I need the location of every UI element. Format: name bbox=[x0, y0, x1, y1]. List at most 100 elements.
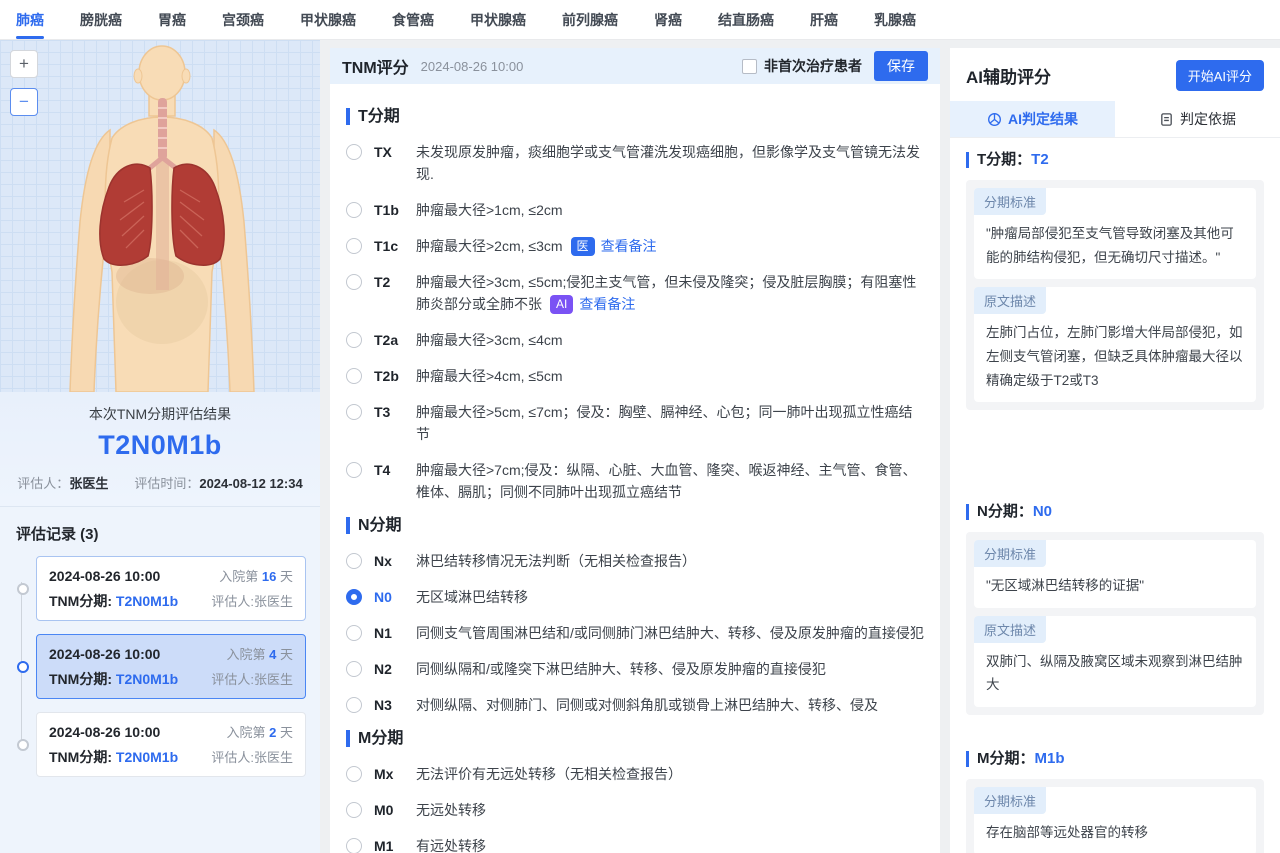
radio-icon[interactable] bbox=[346, 462, 362, 478]
ai-assist-panel: AI辅助评分 开始AI评分 AI判定结果 判定依据 bbox=[950, 48, 1280, 853]
option-T1c[interactable]: T1c 肿瘤最大径>2cm, ≤3cm医查看备注 bbox=[346, 235, 924, 257]
nav-tab-colorectal[interactable]: 结直肠癌 bbox=[718, 0, 774, 39]
record-admit-day: 入院第 2 天 bbox=[227, 722, 293, 741]
record-stage: TNM分期: T2N0M1b bbox=[49, 591, 178, 611]
nav-tab-cervical[interactable]: 宫颈癌 bbox=[222, 0, 264, 39]
anatomy-viewer[interactable]: + − bbox=[0, 40, 320, 392]
criteria-text: 存在脑部等远处器官的转移 bbox=[974, 814, 1256, 853]
option-T2a[interactable]: T2a 肿瘤最大径>3cm, ≤4cm bbox=[346, 329, 924, 351]
record-card[interactable]: 2024-08-26 10:00 入院第 16 天 TNM分期: T2N0M1b… bbox=[36, 556, 306, 621]
t-stage-section-title: T分期 bbox=[346, 108, 924, 125]
document-icon bbox=[1159, 112, 1174, 127]
option-N3[interactable]: N3 对侧纵隔、对侧肺门、同侧或对侧斜角肌或锁骨上淋巴结肿大、转移、侵及 bbox=[346, 694, 924, 716]
tnm-scoring-panel: TNM评分 2024-08-26 10:00 非首次治疗患者 保存 T分期 bbox=[330, 48, 940, 853]
record-card-selected[interactable]: 2024-08-26 10:00 入院第 4 天 TNM分期: T2N0M1b … bbox=[36, 634, 306, 699]
radio-icon[interactable] bbox=[346, 625, 362, 641]
ai-panel-title: AI辅助评分 bbox=[966, 63, 1051, 88]
option-T2[interactable]: T2 肿瘤最大径>3cm, ≤5cm;侵犯主支气管，但未侵及隆突；侵及脏层胸膜；… bbox=[346, 271, 924, 315]
option-N2[interactable]: N2 同侧纵隔和/或隆突下淋巴结肿大、转移、侵及原发肿瘤的直接侵犯 bbox=[346, 658, 924, 680]
source-card: 原文描述 双肺门、纵隔及腋窝区域未观察到淋巴结肿大 bbox=[974, 616, 1256, 707]
evaluator-name: 张医生 bbox=[69, 476, 108, 491]
radio-icon[interactable] bbox=[346, 661, 362, 677]
eval-time: 2024-08-12 12:34 bbox=[199, 476, 302, 491]
current-tnm-result: 本次TNM分期评估结果 T2N0M1b 评估人：张医生 评估时间：2024-08… bbox=[0, 392, 320, 507]
radio-icon[interactable] bbox=[346, 274, 362, 290]
nav-tab-prostate[interactable]: 前列腺癌 bbox=[562, 0, 618, 39]
patient-anatomy-panel: + − bbox=[0, 40, 320, 853]
ai-n-stage-heading: N分期：N0 bbox=[966, 504, 1264, 520]
option-T4[interactable]: T4 肿瘤最大径>7cm;侵及：纵隔、心脏、大血管、隆突、喉返神经、主气管、食管… bbox=[346, 459, 924, 503]
checkbox-icon[interactable] bbox=[742, 59, 757, 74]
nav-tab-lung[interactable]: 肺癌 bbox=[16, 0, 44, 39]
option-N1[interactable]: N1 同侧支气管周围淋巴结和/或同侧肺门淋巴结肿大、转移、侵及原发肿瘤的直接侵犯 bbox=[346, 622, 924, 644]
nav-tab-liver[interactable]: 肝癌 bbox=[810, 0, 838, 39]
body-anatomy-illustration bbox=[0, 40, 320, 392]
option-T2b[interactable]: T2b 肿瘤最大径>4cm, ≤5cm bbox=[346, 365, 924, 387]
criteria-card: 分期标准 "无区域淋巴结转移的证据" bbox=[974, 540, 1256, 608]
nav-tab-breast[interactable]: 乳腺癌 bbox=[874, 0, 916, 39]
view-note-link[interactable]: 查看备注 bbox=[601, 238, 657, 254]
radio-icon[interactable] bbox=[346, 144, 362, 160]
app-window: 肺癌 膀胱癌 胃癌 宫颈癌 甲状腺癌 食管癌 甲状腺癌 前列腺癌 肾癌 结直肠癌… bbox=[0, 0, 1280, 853]
result-title: 本次TNM分期评估结果 bbox=[16, 404, 304, 424]
n-stage-section-title: N分期 bbox=[346, 517, 924, 534]
option-TX[interactable]: TX 未发现原发肿瘤，痰细胞学或支气管灌洗发现癌细胞，但影像学及支气管镜无法发现… bbox=[346, 141, 924, 185]
criteria-text: "肿瘤局部侵犯至支气管导致闭塞及其他可能的肺结构侵犯，但无确切尺寸描述。" bbox=[974, 215, 1256, 279]
checkbox-label: 非首次治疗患者 bbox=[764, 56, 862, 76]
option-N0-selected[interactable]: N0 无区域淋巴结转移 bbox=[346, 586, 924, 608]
record-card[interactable]: 2024-08-26 10:00 入院第 2 天 TNM分期: T2N0M1b … bbox=[36, 712, 306, 777]
tab-ai-result[interactable]: AI判定结果 bbox=[950, 101, 1115, 137]
option-Nx[interactable]: Nx 淋巴结转移情况无法判断（无相关检查报告） bbox=[346, 550, 924, 572]
radio-icon[interactable] bbox=[346, 697, 362, 713]
records-title: 评估记录 (3) bbox=[16, 523, 306, 544]
zoom-in-button[interactable]: + bbox=[10, 50, 38, 78]
ai-n-stage-group: N分期：N0 分期标准 "无区域淋巴结转移的证据" 原文描述 双肺门、纵隔及腋窝… bbox=[966, 504, 1264, 715]
radio-icon[interactable] bbox=[346, 202, 362, 218]
radio-icon[interactable] bbox=[346, 838, 362, 853]
nav-tab-thyroid[interactable]: 甲状腺癌 bbox=[300, 0, 356, 39]
start-ai-scoring-button[interactable]: 开始AI评分 bbox=[1176, 60, 1264, 91]
radio-selected-icon[interactable] bbox=[346, 589, 362, 605]
source-text: 左肺门占位，左肺门影增大伴局部侵犯，如左侧支气管闭塞，但缺乏具体肿瘤最大径以精确… bbox=[974, 314, 1256, 402]
radio-icon[interactable] bbox=[346, 802, 362, 818]
option-Mx[interactable]: Mx 无法评价有无远处转移（无相关检查报告） bbox=[346, 763, 924, 785]
source-text: 双肺门、纵隔及腋窝区域未观察到淋巴结肿大 bbox=[974, 643, 1256, 707]
radio-icon[interactable] bbox=[346, 368, 362, 384]
ai-result-icon bbox=[987, 112, 1002, 127]
nav-tab-stomach[interactable]: 胃癌 bbox=[158, 0, 186, 39]
radio-icon[interactable] bbox=[346, 766, 362, 782]
radio-icon[interactable] bbox=[346, 332, 362, 348]
record-datetime: 2024-08-26 10:00 bbox=[49, 724, 160, 740]
source-card: 原文描述 左肺门占位，左肺门影增大伴局部侵犯，如左侧支气管闭塞，但缺乏具体肿瘤最… bbox=[974, 287, 1256, 402]
view-note-link[interactable]: 查看备注 bbox=[579, 296, 635, 312]
nav-tab-kidney[interactable]: 肾癌 bbox=[654, 0, 682, 39]
assessment-records: 评估记录 (3) 2024-08-26 10:00 入院第 16 天 TNM分期… bbox=[0, 507, 320, 853]
zoom-out-button[interactable]: − bbox=[10, 88, 38, 116]
option-M1[interactable]: M1 有远处转移 bbox=[346, 835, 924, 853]
nav-tab-thyroid-2[interactable]: 甲状腺癌 bbox=[470, 0, 526, 39]
record-datetime: 2024-08-26 10:00 bbox=[49, 646, 160, 662]
criteria-text: "无区域淋巴结转移的证据" bbox=[974, 567, 1256, 608]
option-T1b[interactable]: T1b 肿瘤最大径>1cm, ≤2cm bbox=[346, 199, 924, 221]
tab-judgment-basis[interactable]: 判定依据 bbox=[1115, 101, 1280, 137]
option-T3[interactable]: T3 肿瘤最大径>5cm, ≤7cm；侵及：胸壁、膈神经、心包；同一肺叶出现孤立… bbox=[346, 401, 924, 445]
option-M0[interactable]: M0 无远处转移 bbox=[346, 799, 924, 821]
record-stage: TNM分期: T2N0M1b bbox=[49, 669, 178, 689]
non-first-treatment-checkbox[interactable]: 非首次治疗患者 bbox=[742, 56, 862, 76]
save-button[interactable]: 保存 bbox=[874, 51, 928, 81]
nav-tab-bladder[interactable]: 膀胱癌 bbox=[80, 0, 122, 39]
record-evaluator: 评估人:张医生 bbox=[211, 591, 293, 610]
record-datetime: 2024-08-26 10:00 bbox=[49, 568, 160, 584]
criteria-tag: 分期标准 bbox=[974, 787, 1046, 814]
nav-tab-esophagus[interactable]: 食管癌 bbox=[392, 0, 434, 39]
criteria-tag: 分期标准 bbox=[974, 540, 1046, 567]
doctor-note-badge: 医 bbox=[571, 237, 595, 256]
ai-t-stage-group: T分期：T2 分期标准 "肿瘤局部侵犯至支气管导致闭塞及其他可能的肺结构侵犯，但… bbox=[966, 152, 1264, 410]
m-stage-section-title: M分期 bbox=[346, 730, 924, 747]
radio-icon[interactable] bbox=[346, 404, 362, 420]
tnm-panel-header: TNM评分 2024-08-26 10:00 非首次治疗患者 保存 bbox=[330, 48, 940, 84]
radio-icon[interactable] bbox=[346, 553, 362, 569]
evaluator-label: 评估人： bbox=[17, 476, 69, 491]
record-evaluator: 评估人:张医生 bbox=[211, 747, 293, 766]
radio-icon[interactable] bbox=[346, 238, 362, 254]
